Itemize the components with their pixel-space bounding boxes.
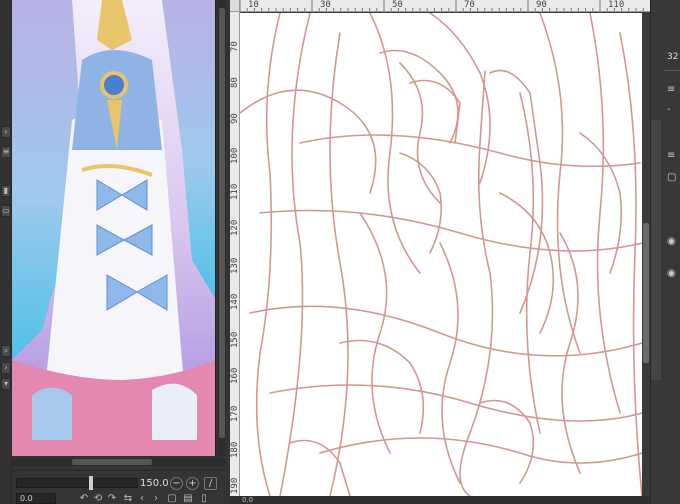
left-ruler-label: 160 bbox=[230, 367, 240, 384]
canvas-area: 10 30 50 70 90 110 70 80 90 100 110 120 … bbox=[230, 0, 650, 504]
top-ruler-label: 30 bbox=[320, 0, 331, 10]
rotate-right-icon[interactable]: ↷ bbox=[106, 493, 118, 504]
angle-input[interactable]: 0.0 bbox=[16, 493, 56, 504]
zoom-out-button[interactable]: − bbox=[170, 477, 183, 490]
navigator-vertical-scroll-thumb[interactable] bbox=[219, 8, 225, 438]
left-ruler-label: 100 bbox=[230, 147, 240, 164]
strip-trash-icon[interactable]: ▮ bbox=[1, 185, 11, 197]
left-ruler-label: 130 bbox=[230, 257, 240, 274]
strip-search-icon[interactable]: ⌕ bbox=[1, 345, 11, 357]
zoom-in-button[interactable]: + bbox=[186, 477, 199, 490]
left-ruler-label: 70 bbox=[230, 41, 240, 52]
zoom-slider-knob[interactable] bbox=[89, 476, 93, 490]
left-ruler-label: 90 bbox=[230, 113, 240, 124]
top-ruler-label: 70 bbox=[464, 0, 475, 10]
brush-tool-icon[interactable]: / bbox=[204, 477, 217, 490]
strip-dropdown-icon[interactable]: ▾ bbox=[1, 378, 11, 390]
top-ruler: 10 30 50 70 90 110 bbox=[240, 0, 650, 12]
delete-icon[interactable]: ▯ bbox=[198, 493, 210, 504]
prev-icon[interactable]: ‹ bbox=[136, 493, 148, 504]
folder-icon[interactable]: ▤ bbox=[182, 493, 194, 504]
layer-visibility-eye-icon[interactable]: ◉ bbox=[667, 236, 680, 248]
strip-collapse-button[interactable]: ‹ bbox=[1, 126, 11, 138]
rotate-left-icon[interactable]: ↶ bbox=[78, 493, 90, 504]
reset-rotation-icon[interactable]: ⟲ bbox=[92, 493, 104, 504]
layer-visibility-eye-icon[interactable]: ◉ bbox=[667, 268, 680, 280]
zoom-slider[interactable] bbox=[16, 476, 138, 490]
ruler-corner bbox=[230, 0, 240, 12]
left-ruler: 70 80 90 100 110 120 130 140 150 160 170… bbox=[230, 12, 240, 496]
right-panel: 32 ≡ - ≡ ▢ ◉ ◉ bbox=[650, 0, 680, 504]
navigator-panel: 150.0 − + / 0.0 ↶ ⟲ ↷ ⇆ ‹ › ▢ ▤ ▯ bbox=[12, 0, 230, 504]
top-ruler-label: 90 bbox=[536, 0, 547, 10]
new-view-icon[interactable]: ▢ bbox=[166, 493, 178, 504]
paint-app-window: ‹ ≡ ▮ ▭ ⌕ › ▾ 150.0 − + / 0.0 ↶ ⟲ ↷ ⇆ ‹ … bbox=[0, 0, 680, 504]
next-icon[interactable]: › bbox=[150, 493, 162, 504]
top-ruler-label: 50 bbox=[392, 0, 403, 10]
left-ruler-label: 120 bbox=[230, 219, 240, 236]
left-ruler-label: 190 bbox=[230, 477, 240, 494]
left-ruler-label: 150 bbox=[230, 331, 240, 348]
navigator-horizontal-scrollbar[interactable] bbox=[12, 458, 226, 466]
left-ruler-label: 110 bbox=[230, 183, 240, 200]
right-panel-scrollbar[interactable] bbox=[651, 120, 661, 380]
strip-layer-icon[interactable]: ▭ bbox=[1, 205, 11, 217]
top-ruler-ticks bbox=[240, 0, 644, 11]
right-panel-divider bbox=[663, 70, 680, 71]
right-panel-item-label: - bbox=[667, 104, 671, 115]
drawing-canvas[interactable] bbox=[240, 13, 642, 496]
left-tool-strip: ‹ ≡ ▮ ▭ ⌕ › ▾ bbox=[0, 0, 12, 504]
canvas-vertical-scroll-thumb[interactable] bbox=[643, 223, 649, 363]
navigator-preview-illustration bbox=[12, 0, 215, 456]
layer-thumbnail-icon[interactable]: ▢ bbox=[667, 172, 680, 184]
navigator-controls: 150.0 − + / 0.0 ↶ ⟲ ↷ ⇆ ‹ › ▢ ▤ ▯ bbox=[12, 470, 230, 504]
strip-menu-button[interactable]: ≡ bbox=[1, 146, 11, 158]
right-panel-menu-icon[interactable]: ≡ bbox=[667, 84, 680, 96]
left-ruler-label: 170 bbox=[230, 405, 240, 422]
canvas-vertical-scrollbar[interactable] bbox=[642, 13, 650, 496]
flip-horizontal-icon[interactable]: ⇆ bbox=[122, 493, 134, 504]
navigator-horizontal-scroll-thumb[interactable] bbox=[72, 459, 152, 465]
top-ruler-label: 110 bbox=[608, 0, 625, 10]
navigator-vertical-scrollbar[interactable] bbox=[218, 0, 226, 456]
status-zoom-value: 0.0 bbox=[242, 496, 254, 504]
sketch-strokes bbox=[240, 13, 642, 496]
right-panel-value: 32 bbox=[667, 52, 679, 62]
top-ruler-label: 10 bbox=[248, 0, 259, 10]
right-panel-menu-icon[interactable]: ≡ bbox=[667, 150, 680, 162]
navigator-preview[interactable] bbox=[12, 0, 216, 456]
zoom-value: 150.0 bbox=[140, 478, 169, 489]
left-ruler-label: 180 bbox=[230, 441, 240, 458]
left-ruler-label: 140 bbox=[230, 293, 240, 310]
strip-expand-icon[interactable]: › bbox=[1, 362, 11, 374]
left-ruler-label: 80 bbox=[230, 77, 240, 88]
canvas-status-bar: 0.0 bbox=[230, 496, 650, 504]
